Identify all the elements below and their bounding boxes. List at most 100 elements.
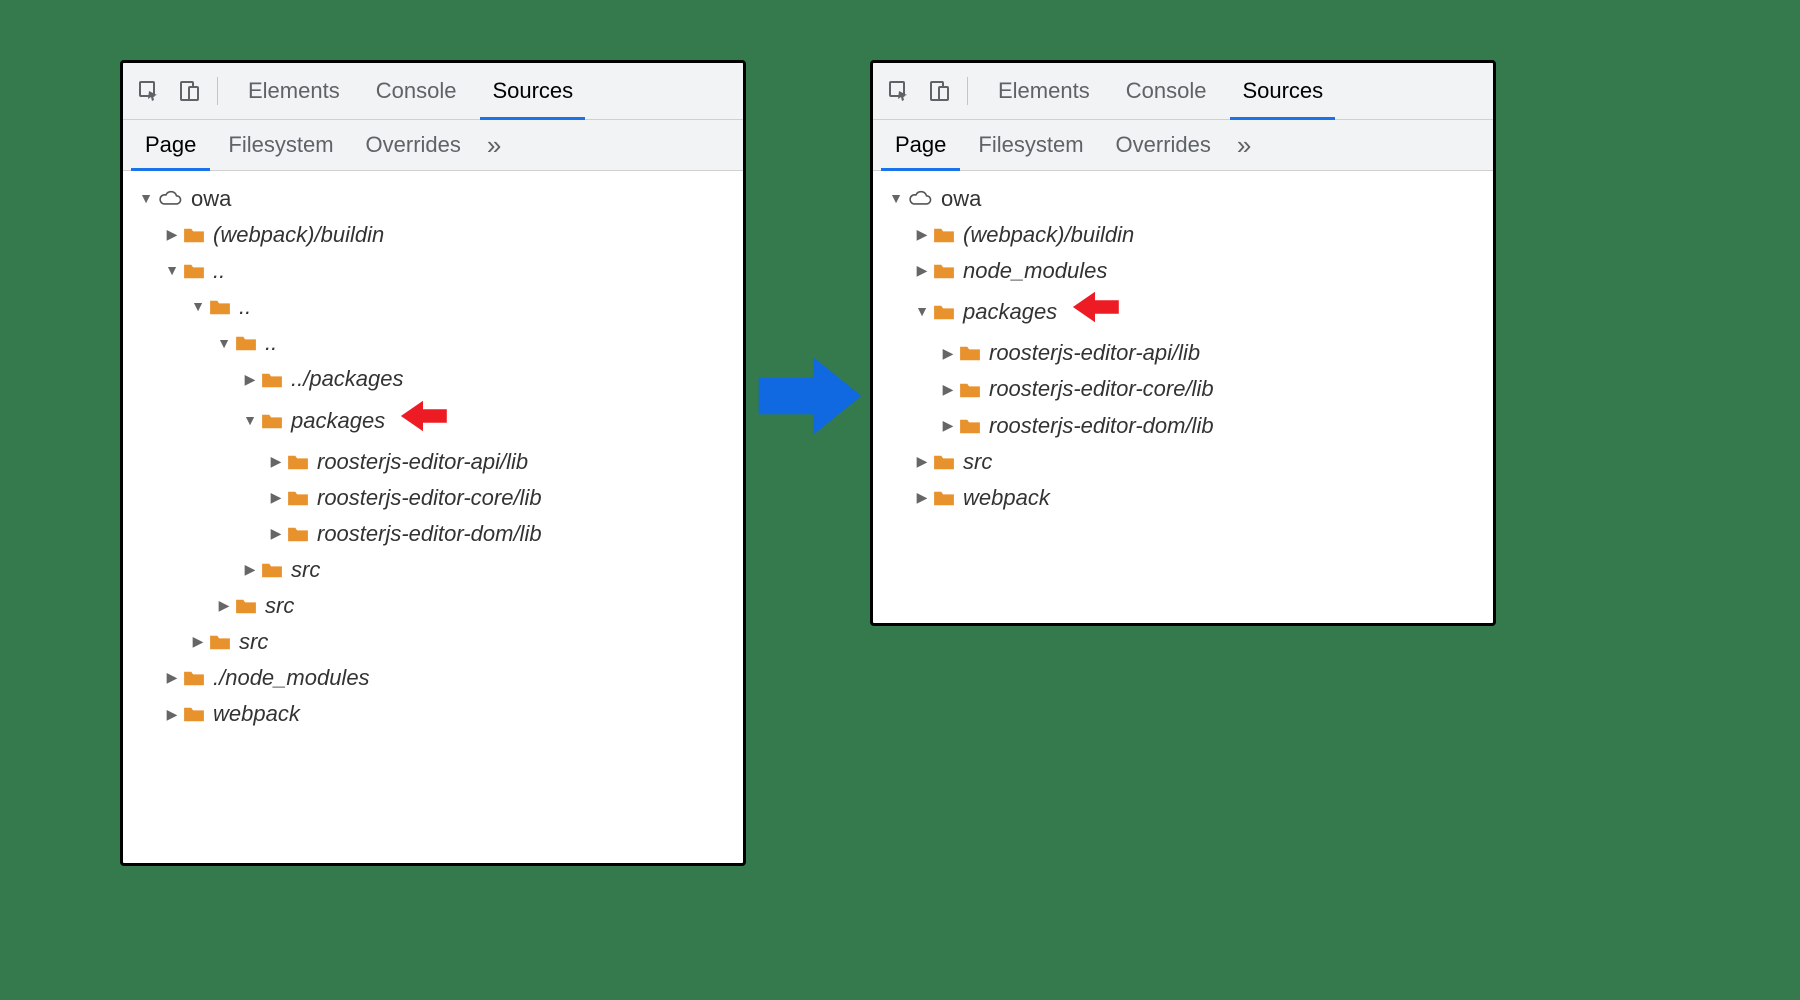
folder-label: ../packages bbox=[291, 362, 404, 396]
chevron-right-icon[interactable]: ▶ bbox=[915, 224, 929, 246]
chevron-right-icon[interactable]: ▶ bbox=[191, 631, 205, 653]
folder-icon bbox=[959, 344, 981, 362]
folder-icon bbox=[933, 453, 955, 471]
chevron-down-icon[interactable]: ▼ bbox=[191, 296, 205, 318]
tree-root[interactable]: ▼ owa bbox=[881, 181, 1485, 217]
folder-label: src bbox=[239, 625, 268, 659]
folder-icon bbox=[261, 561, 283, 579]
tree-item[interactable]: ▶ ../packages bbox=[131, 361, 735, 397]
tab-elements[interactable]: Elements bbox=[230, 63, 358, 119]
folder-icon bbox=[933, 262, 955, 280]
folder-label: src bbox=[291, 553, 320, 587]
subtab-overrides[interactable]: Overrides bbox=[1100, 120, 1227, 170]
folder-label: (webpack)/buildin bbox=[213, 218, 384, 252]
subtab-page[interactable]: Page bbox=[879, 120, 962, 170]
tree-item[interactable]: ▶ webpack bbox=[881, 480, 1485, 516]
tab-console[interactable]: Console bbox=[358, 63, 475, 119]
tree-item-packages[interactable]: ▼ packages bbox=[131, 398, 735, 444]
tree-item[interactable]: ▶ roosterjs-editor-dom/lib bbox=[131, 516, 735, 552]
chevron-right-icon[interactable]: ▶ bbox=[915, 487, 929, 509]
chevron-right-icon[interactable]: ▶ bbox=[165, 224, 179, 246]
tab-elements[interactable]: Elements bbox=[980, 63, 1108, 119]
red-arrow-left-icon bbox=[1065, 290, 1125, 334]
tree-item[interactable]: ▼ .. bbox=[131, 289, 735, 325]
folder-icon bbox=[287, 453, 309, 471]
select-element-icon[interactable] bbox=[131, 73, 167, 109]
chevron-right-icon[interactable]: ▶ bbox=[165, 704, 179, 726]
subtab-overrides-label: Overrides bbox=[366, 132, 461, 158]
chevron-right-icon[interactable]: ▶ bbox=[269, 451, 283, 473]
folder-label: .. bbox=[213, 254, 225, 288]
folder-icon bbox=[959, 417, 981, 435]
folder-label: src bbox=[265, 589, 294, 623]
tree-item[interactable]: ▶ src bbox=[131, 552, 735, 588]
subtab-filesystem-label: Filesystem bbox=[978, 132, 1083, 158]
chevron-down-icon[interactable]: ▼ bbox=[243, 410, 257, 432]
folder-label: roosterjs-editor-core/lib bbox=[989, 372, 1214, 406]
tab-sources[interactable]: Sources bbox=[1224, 63, 1341, 119]
devtools-panel-right: Elements Console Sources Page Filesystem… bbox=[870, 60, 1496, 626]
folder-icon bbox=[235, 597, 257, 615]
overflow-icon[interactable]: » bbox=[1227, 130, 1261, 161]
subtab-overrides[interactable]: Overrides bbox=[350, 120, 477, 170]
tree-item[interactable]: ▶ ./node_modules bbox=[131, 660, 735, 696]
tree-item-packages[interactable]: ▼ packages bbox=[881, 289, 1485, 335]
tab-elements-label: Elements bbox=[998, 78, 1090, 104]
tree-item[interactable]: ▶ (webpack)/buildin bbox=[881, 217, 1485, 253]
top-tabbar: Elements Console Sources bbox=[123, 63, 743, 120]
tree-item[interactable]: ▶ node_modules bbox=[881, 253, 1485, 289]
device-toggle-icon[interactable] bbox=[171, 73, 207, 109]
tab-sources-label: Sources bbox=[1242, 78, 1323, 104]
chevron-right-icon[interactable]: ▶ bbox=[941, 343, 955, 365]
tree-item[interactable]: ▶ roosterjs-editor-api/lib bbox=[881, 335, 1485, 371]
tree-item[interactable]: ▼ .. bbox=[131, 325, 735, 361]
chevron-down-icon[interactable]: ▼ bbox=[217, 333, 231, 355]
tree-item[interactable]: ▶ roosterjs-editor-core/lib bbox=[881, 371, 1485, 407]
tree-item[interactable]: ▶ (webpack)/buildin bbox=[131, 217, 735, 253]
chevron-right-icon[interactable]: ▶ bbox=[217, 595, 231, 617]
folder-icon bbox=[183, 669, 205, 687]
folder-label: roosterjs-editor-api/lib bbox=[989, 336, 1200, 370]
chevron-right-icon[interactable]: ▶ bbox=[915, 451, 929, 473]
folder-label: node_modules bbox=[963, 254, 1107, 288]
tree-item[interactable]: ▶ roosterjs-editor-core/lib bbox=[131, 480, 735, 516]
top-tabbar: Elements Console Sources bbox=[873, 63, 1493, 120]
folder-label: packages bbox=[963, 295, 1057, 329]
tree-item[interactable]: ▶ src bbox=[131, 588, 735, 624]
subtab-filesystem[interactable]: Filesystem bbox=[962, 120, 1099, 170]
tree-item[interactable]: ▼ .. bbox=[131, 253, 735, 289]
subtab-filesystem-label: Filesystem bbox=[228, 132, 333, 158]
tab-elements-label: Elements bbox=[248, 78, 340, 104]
subtab-page[interactable]: Page bbox=[129, 120, 212, 170]
chevron-down-icon[interactable]: ▼ bbox=[889, 188, 903, 210]
chevron-right-icon[interactable]: ▶ bbox=[243, 559, 257, 581]
cloud-icon bbox=[907, 189, 933, 209]
subtab-filesystem[interactable]: Filesystem bbox=[212, 120, 349, 170]
tree-item[interactable]: ▶ src bbox=[881, 444, 1485, 480]
tree-item[interactable]: ▶ roosterjs-editor-dom/lib bbox=[881, 408, 1485, 444]
tab-console-label: Console bbox=[376, 78, 457, 104]
chevron-right-icon[interactable]: ▶ bbox=[269, 523, 283, 545]
chevron-down-icon[interactable]: ▼ bbox=[139, 188, 153, 210]
sub-tabbar: Page Filesystem Overrides » bbox=[123, 120, 743, 171]
tree-item[interactable]: ▶ webpack bbox=[131, 696, 735, 732]
root-label: owa bbox=[941, 182, 981, 216]
tree-item[interactable]: ▶ src bbox=[131, 624, 735, 660]
chevron-right-icon[interactable]: ▶ bbox=[941, 415, 955, 437]
chevron-down-icon[interactable]: ▼ bbox=[915, 301, 929, 323]
tab-sources[interactable]: Sources bbox=[474, 63, 591, 119]
folder-label: .. bbox=[239, 290, 251, 324]
chevron-right-icon[interactable]: ▶ bbox=[915, 260, 929, 282]
tree-root[interactable]: ▼ owa bbox=[131, 181, 735, 217]
device-toggle-icon[interactable] bbox=[921, 73, 957, 109]
divider bbox=[217, 77, 218, 105]
tab-console[interactable]: Console bbox=[1108, 63, 1225, 119]
select-element-icon[interactable] bbox=[881, 73, 917, 109]
chevron-right-icon[interactable]: ▶ bbox=[243, 369, 257, 391]
overflow-icon[interactable]: » bbox=[477, 130, 511, 161]
tree-item[interactable]: ▶ roosterjs-editor-api/lib bbox=[131, 444, 735, 480]
chevron-right-icon[interactable]: ▶ bbox=[941, 379, 955, 401]
chevron-right-icon[interactable]: ▶ bbox=[269, 487, 283, 509]
chevron-right-icon[interactable]: ▶ bbox=[165, 667, 179, 689]
chevron-down-icon[interactable]: ▼ bbox=[165, 260, 179, 282]
